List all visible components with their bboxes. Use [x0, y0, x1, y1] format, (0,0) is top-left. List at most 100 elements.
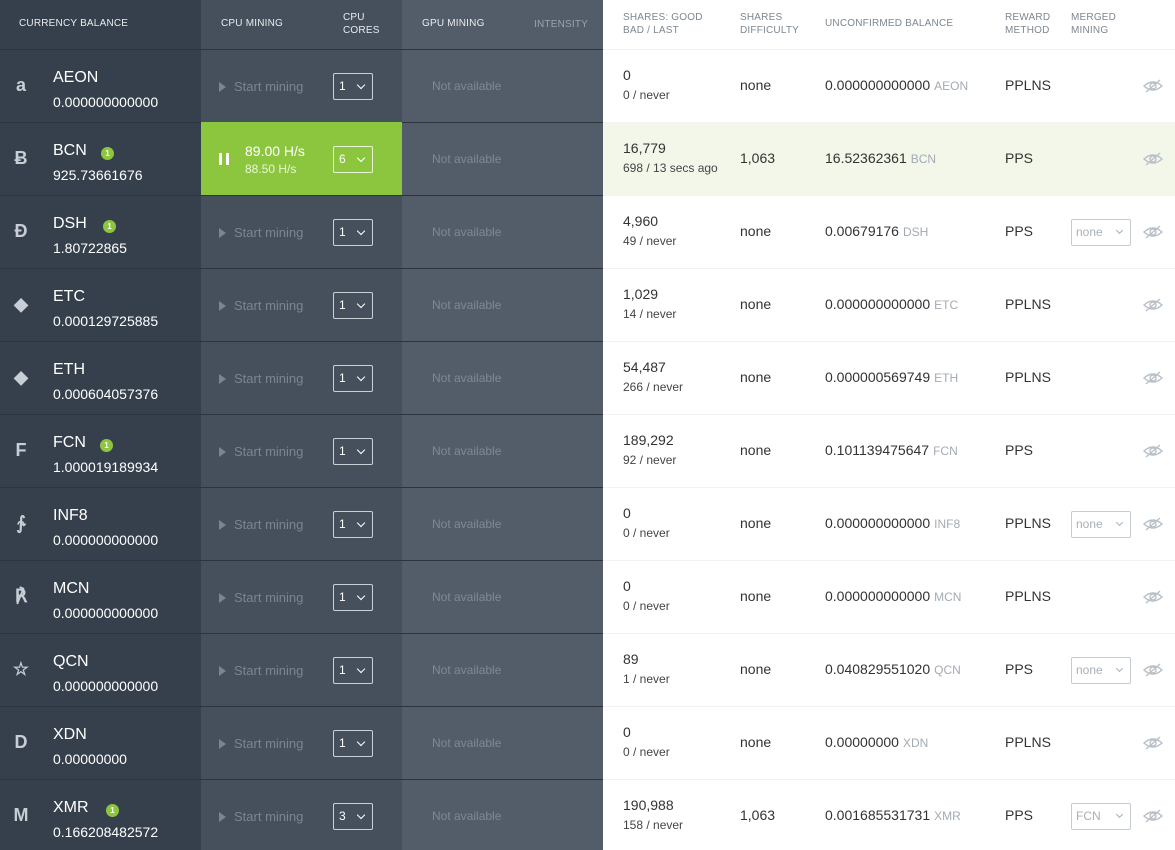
stats-row: 0 0 / never none 0.000000000000 AEON PPLNS [603, 49, 1175, 122]
currency-row-eth[interactable]: ◆ ETH 0.000604057376 [0, 341, 201, 414]
shares-good: 16,779 [623, 140, 666, 156]
start-mining-button[interactable]: Start mining [219, 298, 303, 313]
start-mining-label: Start mining [234, 225, 304, 240]
unconfirmed-currency: ETC [934, 298, 959, 312]
unconfirmed-balance-header: UNCONFIRMED BALANCE [825, 18, 954, 29]
start-mining-button[interactable]: Start mining [219, 809, 303, 824]
currency-balance: 0.000000000000 [53, 678, 159, 694]
cpu-cores-select[interactable]: 3 [333, 803, 373, 830]
hide-eye-icon[interactable] [1142, 298, 1164, 312]
start-mining-button[interactable]: Start mining [219, 590, 303, 605]
start-mining-label: Start mining [234, 298, 304, 313]
shares-difficulty: 1,063 [740, 150, 776, 166]
play-icon [219, 665, 226, 676]
merged-mining-value: none [1076, 225, 1103, 239]
hide-eye-icon[interactable] [1142, 444, 1164, 458]
unconfirmed-balance: 0.00679176 DSH [825, 223, 928, 239]
start-mining-button[interactable]: Start mining [219, 79, 303, 94]
shares-bad-last: 0 / never [623, 88, 670, 102]
start-mining-button[interactable]: Start mining [219, 663, 303, 678]
cpu-cores-value: 1 [339, 444, 346, 458]
currency-row-bcn[interactable]: Ƀ BCN 1 925.73661676 [0, 122, 201, 195]
hide-eye-icon[interactable] [1142, 736, 1164, 750]
chevron-down-icon [1115, 226, 1124, 235]
cpu-mining-row: Start mining 1 [201, 487, 402, 560]
reward-method: PPS [1005, 442, 1034, 458]
hide-eye-icon[interactable] [1142, 79, 1164, 93]
stats-panel: SHARES: GOOD BAD / LAST SHARES DIFFICULT… [603, 0, 1175, 850]
start-mining-button[interactable]: Start mining [219, 444, 303, 459]
unconfirmed-amount: 0.001685531731 [825, 807, 931, 823]
currency-balance-panel: CURRENCY BALANCE a AEON 0.000000000000 Ƀ BCN… [0, 0, 201, 850]
shares-difficulty: none [740, 661, 772, 677]
reward-method: PPLNS [1005, 296, 1051, 312]
currency-row-fcn[interactable]: F FCN 1 1.000019189934 [0, 414, 201, 487]
shares-good: 190,988 [623, 797, 674, 813]
merged-mining-select[interactable]: none [1071, 219, 1131, 246]
shares-good: 0 [623, 67, 631, 83]
hide-eye-icon[interactable] [1142, 152, 1164, 166]
cpu-cores-select[interactable]: 1 [333, 292, 373, 319]
cpu-cores-value: 1 [339, 663, 346, 677]
shares-difficulty: 1,063 [740, 807, 776, 823]
cpu-cores-value: 6 [339, 152, 346, 166]
unconfirmed-amount: 0.000000000000 [825, 515, 931, 531]
notification-badge: 1 [106, 804, 119, 817]
unconfirmed-amount: 16.52362361 [825, 150, 907, 166]
currency-row-mcn[interactable]: ℟ MCN 0.000000000000 [0, 560, 201, 633]
cpu-cores-select[interactable]: 6 [333, 146, 373, 173]
unconfirmed-currency: BCN [910, 152, 937, 166]
currency-row-xmr[interactable]: M XMR 1 0.166208482572 [0, 779, 201, 850]
start-mining-button[interactable]: Start mining [219, 225, 303, 240]
reward-method: PPS [1005, 661, 1034, 677]
shares-bad-last: 0 / never [623, 526, 670, 540]
cpu-cores-select[interactable]: 1 [333, 219, 373, 246]
cpu-cores-select[interactable]: 1 [333, 584, 373, 611]
cpu-cores-select[interactable]: 1 [333, 365, 373, 392]
cpu-cores-select[interactable]: 1 [333, 511, 373, 538]
unconfirmed-amount: 0.000000000000 [825, 296, 931, 312]
chevron-down-icon [356, 518, 366, 528]
merged-mining-select[interactable]: FCN [1071, 803, 1131, 830]
unconfirmed-balance: 0.000000569749 ETH [825, 369, 958, 385]
play-icon [219, 227, 226, 238]
start-mining-button[interactable]: Start mining [219, 371, 303, 386]
notification-badge: 1 [100, 439, 113, 452]
hide-eye-icon[interactable] [1142, 371, 1164, 385]
currency-row-dsh[interactable]: Đ DSH 1 1.80722865 [0, 195, 201, 268]
currency-balance: 0.000000000000 [53, 605, 159, 621]
currency-row-qcn[interactable]: ☆ QCN 0.000000000000 [0, 633, 201, 706]
merged-mining-select[interactable]: none [1071, 511, 1131, 538]
currency-row-xdn[interactable]: D XDN 0.00000000 [0, 706, 201, 779]
gpu-mining-row: Not available [402, 49, 603, 122]
reward-method: PPS [1005, 223, 1034, 239]
cpu-cores-select[interactable]: 1 [333, 438, 373, 465]
unconfirmed-amount: 0.00000000 [825, 734, 899, 750]
hide-eye-icon[interactable] [1142, 225, 1164, 239]
cpu-mining-row: Start mining 1 [201, 414, 402, 487]
cpu-cores-select[interactable]: 1 [333, 73, 373, 100]
hide-eye-icon[interactable] [1142, 663, 1164, 677]
hide-eye-icon[interactable] [1142, 809, 1164, 823]
start-mining-button[interactable]: Start mining [219, 736, 303, 751]
currency-row-inf8[interactable]: ∱ INF8 0.000000000000 [0, 487, 201, 560]
cpu-cores-select[interactable]: 1 [333, 730, 373, 757]
cpu-cores-select[interactable]: 1 [333, 657, 373, 684]
cpu-cores-value: 1 [339, 517, 346, 531]
hide-eye-icon[interactable] [1142, 590, 1164, 604]
gpu-mining-header: GPU MINING [422, 18, 485, 29]
stats-row: 190,988 158 / never 1,063 0.001685531731 XMR… [603, 779, 1175, 850]
start-mining-label: Start mining [234, 663, 304, 678]
currency-row-etc[interactable]: ◆ ETC 0.000129725885 [0, 268, 201, 341]
shares-bad-last: 0 / never [623, 599, 670, 613]
cpu-mining-row: Start mining 1 [201, 195, 402, 268]
currency-balance: 1.000019189934 [53, 459, 159, 475]
dsh-icon: Đ [14, 221, 28, 241]
unconfirmed-balance: 0.001685531731 XMR [825, 807, 961, 823]
unconfirmed-currency: INF8 [934, 517, 961, 531]
start-mining-button[interactable]: Start mining [219, 517, 303, 532]
merged-mining-select[interactable]: none [1071, 657, 1131, 684]
pause-icon[interactable] [219, 153, 230, 165]
hide-eye-icon[interactable] [1142, 517, 1164, 531]
currency-row-aeon[interactable]: a AEON 0.000000000000 [0, 49, 201, 122]
